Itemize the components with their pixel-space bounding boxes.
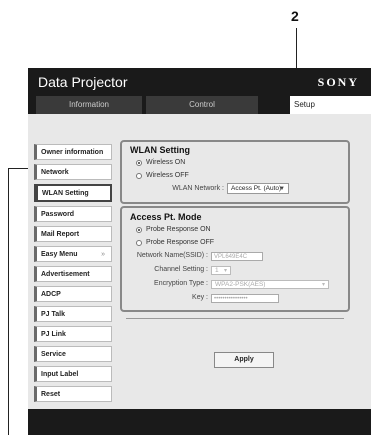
tab-bar: Information Control Setup <box>28 96 371 114</box>
sidebar-item-service[interactable]: Service <box>34 346 112 362</box>
wireless-off-option[interactable]: Wireless OFF <box>136 172 189 179</box>
app-title: Data Projector <box>38 74 128 90</box>
wireless-on-option[interactable]: Wireless ON <box>136 159 185 166</box>
sidebar-item-label: Mail Report <box>41 231 80 238</box>
channel-select[interactable]: 1 ▾ <box>211 266 231 275</box>
dropdown-caret-icon: ▾ <box>321 282 325 288</box>
sidebar-item-password[interactable]: Password <box>34 206 112 222</box>
dropdown-caret-icon: ▼ <box>279 186 285 192</box>
access-point-mode-title: Access Pt. Mode <box>130 212 202 222</box>
footer-bar <box>28 409 371 435</box>
radio-selected-icon <box>136 159 142 166</box>
sidebar-item-owner-information[interactable]: Owner information <box>34 144 112 160</box>
sidebar-item-label: Owner information <box>41 149 104 156</box>
apply-button[interactable]: Apply <box>214 352 274 368</box>
wlan-setting-title: WLAN Setting <box>130 145 190 155</box>
sidebar-item-label: WLAN Setting <box>42 190 89 197</box>
key-field[interactable]: •••••••••••••••• <box>211 294 279 303</box>
sidebar-item-label: PJ Link <box>41 331 66 338</box>
radio-unselected-icon <box>136 172 142 179</box>
sidebar-item-advertisement[interactable]: Advertisement <box>34 266 112 282</box>
sidebar-item-label: Input Label <box>41 371 79 378</box>
sidebar-item-label: Advertisement <box>41 271 90 278</box>
probe-response-off-label: Probe Response OFF <box>146 239 215 246</box>
wireless-on-label: Wireless ON <box>146 159 186 166</box>
wlan-network-select[interactable]: Access Pt. (Auto) ▼ <box>227 183 289 194</box>
callout-number: 2 <box>291 8 299 24</box>
radio-unselected-icon <box>136 239 142 246</box>
probe-response-on-label: Probe Response ON <box>146 226 211 233</box>
tab-information[interactable]: Information <box>36 96 142 114</box>
probe-response-off-option[interactable]: Probe Response OFF <box>136 239 214 246</box>
divider <box>126 318 344 319</box>
wlan-setting-panel: WLAN Setting Wireless ON Wireless OFF WL… <box>120 140 350 204</box>
ssid-label: Network Name(SSID) : <box>136 252 208 259</box>
sidebar-item-label: Service <box>41 351 66 358</box>
key-label: Key : <box>192 294 208 301</box>
header-bar: Data Projector SONY <box>28 68 371 96</box>
sidebar-item-mail-report[interactable]: Mail Report <box>34 226 112 242</box>
encryption-type-select[interactable]: WPA2-PSK(AES) ▾ <box>211 280 329 289</box>
encryption-type-label: Encryption Type : <box>154 280 208 287</box>
sidebar-item-reset[interactable]: Reset <box>34 386 112 402</box>
channel-setting-label: Channel Setting : <box>154 266 208 273</box>
sidebar-item-pj-link[interactable]: PJ Link <box>34 326 112 342</box>
tab-setup[interactable]: Setup <box>290 96 371 114</box>
sidebar-item-easy-menu[interactable]: Easy Menu » <box>34 246 112 262</box>
probe-response-on-option[interactable]: Probe Response ON <box>136 226 211 233</box>
brand-logo: SONY <box>317 75 359 89</box>
dropdown-caret-icon: ▾ <box>223 268 227 274</box>
radio-selected-icon <box>136 226 142 233</box>
sidebar-item-label: Easy Menu <box>41 251 78 258</box>
callout-line-left <box>8 168 9 435</box>
channel-value: 1 <box>215 267 219 274</box>
wlan-network-value: Access Pt. (Auto) <box>231 185 282 192</box>
sidebar-item-wlan-setting[interactable]: WLAN Setting <box>34 184 112 202</box>
sidebar-item-label: Network <box>41 169 69 176</box>
sidebar-item-label: PJ Talk <box>41 311 65 318</box>
sidebar-item-adcp[interactable]: ADCP <box>34 286 112 302</box>
sidebar-item-input-label[interactable]: Input Label <box>34 366 112 382</box>
sidebar-item-pj-talk[interactable]: PJ Talk <box>34 306 112 322</box>
sidebar-item-network[interactable]: Network <box>34 164 112 180</box>
sidebar-item-label: ADCP <box>41 291 61 298</box>
sidebar-item-label: Reset <box>41 391 61 398</box>
wlan-network-label: WLAN Network : <box>172 185 224 192</box>
projector-web-ui: Data Projector SONY Information Control … <box>28 68 371 435</box>
ssid-field[interactable]: VPL649E4C <box>211 252 263 261</box>
access-point-mode-panel: Access Pt. Mode Probe Response ON Probe … <box>120 206 350 312</box>
sidebar-item-label: Password <box>41 211 75 218</box>
encryption-type-value: WPA2-PSK(AES) <box>215 281 266 288</box>
chevron-double-icon: » <box>101 251 105 258</box>
wireless-off-label: Wireless OFF <box>146 172 189 179</box>
tab-control[interactable]: Control <box>146 96 258 114</box>
